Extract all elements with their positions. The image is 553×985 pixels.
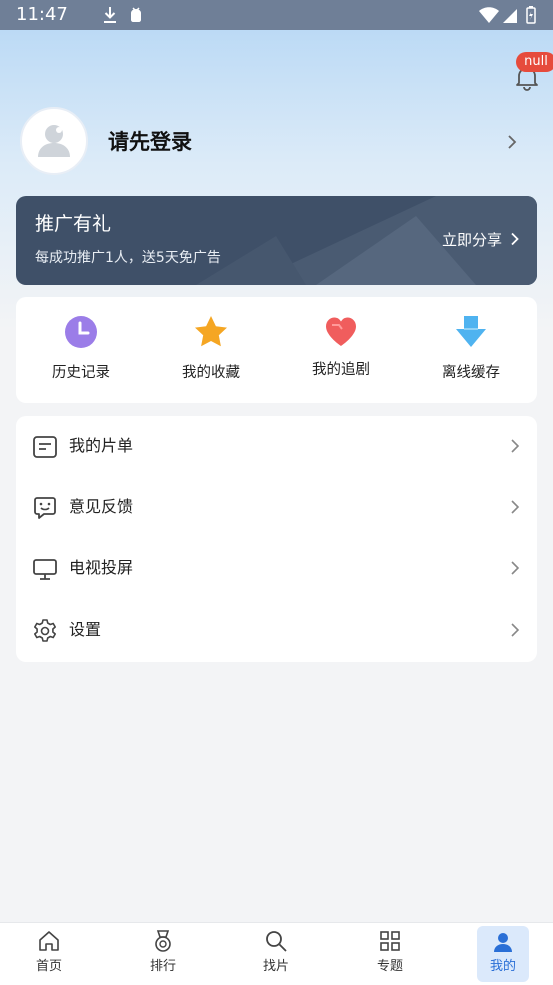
search-icon: [266, 931, 287, 952]
gear-icon: [34, 619, 56, 642]
tab-label: 排行: [149, 959, 176, 974]
menu-card: 我的片单 意见反馈 电视投屏 设置: [16, 416, 537, 662]
tab-ranking[interactable]: 排行: [133, 923, 193, 985]
battery-icon: [526, 6, 536, 28]
status-time: 11:47: [16, 4, 68, 25]
download-arrow-icon: [456, 316, 486, 347]
home-icon: [39, 931, 59, 951]
promo-banner[interactable]: 推广有礼 每成功推广1人，送5天免广告 立即分享: [16, 196, 537, 285]
quick-action-label: 历史记录: [52, 365, 110, 381]
menu-item-label: 设置: [69, 620, 102, 639]
list-icon: [33, 436, 57, 458]
heart-icon: [326, 317, 356, 346]
login-prompt[interactable]: 请先登录: [108, 128, 192, 156]
clock-icon: [65, 316, 97, 348]
user-icon: [494, 933, 512, 952]
promo-subtitle: 每成功推广1人，送5天免广告: [35, 250, 221, 266]
feedback-icon: [34, 497, 56, 519]
quick-action-offline[interactable]: 离线缓存: [406, 297, 536, 403]
quick-action-label: 我的追剧: [312, 362, 370, 378]
tab-mine[interactable]: 我的: [477, 926, 529, 982]
chevron-right-icon: [511, 561, 520, 575]
tab-label: 我的: [489, 959, 516, 974]
promo-title: 推广有礼: [35, 213, 112, 235]
share-button[interactable]: 立即分享: [442, 230, 520, 250]
chevron-right-icon: [511, 439, 520, 453]
grid-icon: [380, 931, 400, 951]
chevron-right-icon: [511, 500, 520, 514]
app-status-icon: [128, 6, 144, 28]
tab-label: 首页: [35, 959, 62, 974]
profile-header-background: [0, 30, 553, 330]
tab-home[interactable]: 首页: [19, 923, 79, 985]
chevron-right-icon[interactable]: [506, 134, 518, 154]
signal-icon: [502, 6, 518, 28]
star-icon: [195, 316, 227, 347]
menu-item-label: 意见反馈: [69, 497, 134, 516]
quick-action-history[interactable]: 历史记录: [16, 297, 146, 403]
medal-icon: [155, 930, 171, 952]
quick-action-label: 离线缓存: [442, 365, 500, 381]
tab-label: 找片: [262, 959, 289, 974]
download-status-icon: [102, 6, 118, 28]
avatar[interactable]: [20, 107, 88, 175]
quick-action-favorites[interactable]: 我的收藏: [146, 297, 276, 403]
chevron-right-icon: [511, 623, 520, 637]
menu-item-feedback[interactable]: 意见反馈: [16, 477, 537, 538]
bottom-tab-bar: 首页 排行 找片 专题 我的: [0, 922, 553, 985]
menu-item-tv-cast[interactable]: 电视投屏: [16, 538, 537, 599]
menu-item-label: 我的片单: [69, 436, 134, 455]
tab-search[interactable]: 找片: [246, 923, 306, 985]
chevron-right-icon: [511, 232, 519, 246]
wifi-icon: [479, 6, 499, 28]
menu-item-playlist[interactable]: 我的片单: [16, 416, 537, 477]
status-bar: 11:47: [0, 0, 553, 30]
tab-topics[interactable]: 专题: [360, 923, 420, 985]
avatar-placeholder-icon: [38, 125, 70, 157]
quick-action-label: 我的收藏: [182, 365, 240, 381]
quick-actions-card: 历史记录 我的收藏 我的追剧 离线缓存: [16, 297, 537, 403]
menu-item-label: 电视投屏: [69, 558, 134, 577]
quick-action-following[interactable]: 我的追剧: [276, 297, 406, 403]
tv-cast-icon: [33, 559, 57, 580]
share-label: 立即分享: [442, 231, 503, 249]
menu-item-settings[interactable]: 设置: [16, 600, 537, 661]
notification-badge: null: [516, 52, 553, 72]
tab-label: 专题: [376, 959, 403, 974]
